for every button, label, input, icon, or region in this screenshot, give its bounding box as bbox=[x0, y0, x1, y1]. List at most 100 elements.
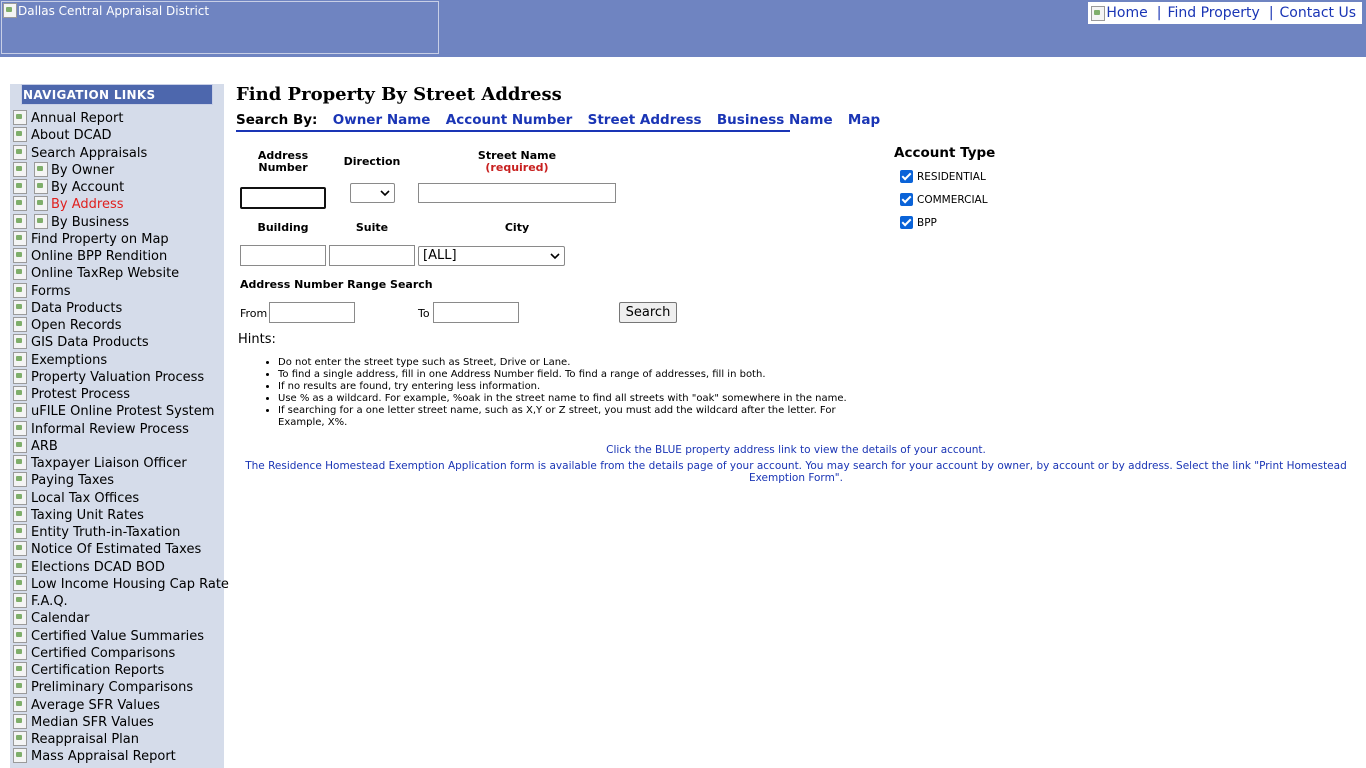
search-by-map-link[interactable]: Map bbox=[848, 112, 880, 128]
sidebar-item[interactable]: Online BPP Rendition bbox=[10, 247, 224, 264]
sidebar-item-label: Taxpayer Liaison Officer bbox=[31, 456, 187, 471]
sidebar-item[interactable]: Certified Value Summaries bbox=[10, 627, 224, 644]
search-by-owner-link[interactable]: Owner Name bbox=[333, 112, 431, 128]
street-name-label: Street Name (required) bbox=[418, 150, 616, 174]
find-property-link[interactable]: Find Property bbox=[1167, 5, 1259, 21]
sidebar-item-label: Data Products bbox=[31, 300, 123, 316]
site-logo[interactable]: Dallas Central Appraisal District bbox=[1, 1, 439, 54]
residential-checkbox[interactable] bbox=[900, 170, 913, 183]
sidebar-item[interactable]: Forms bbox=[10, 282, 224, 299]
sidebar-item-label: Search Appraisals bbox=[31, 145, 148, 161]
contact-us-link[interactable]: Contact Us bbox=[1280, 5, 1356, 21]
sidebar-item[interactable]: Local Tax Offices bbox=[10, 489, 224, 506]
broken-image-icon bbox=[33, 213, 49, 229]
sidebar-item[interactable]: Entity Truth-in-Taxation bbox=[10, 523, 224, 540]
search-by-address-link[interactable]: Street Address bbox=[588, 112, 702, 128]
sidebar-item-label: Informal Review Process bbox=[31, 421, 189, 437]
broken-image-icon bbox=[12, 161, 28, 177]
sidebar-item[interactable]: Open Records bbox=[10, 316, 224, 333]
address-number-input[interactable] bbox=[240, 187, 326, 209]
sidebar-item[interactable]: About DCAD bbox=[10, 126, 224, 143]
search-by-business-link[interactable]: Business Name bbox=[717, 112, 833, 128]
sidebar-item[interactable]: Reappraisal Plan bbox=[10, 730, 224, 747]
sidebar-item[interactable]: uFILE Online Protest System bbox=[10, 402, 224, 419]
sidebar-item[interactable]: Annual Report bbox=[10, 109, 224, 126]
range-to-input[interactable] bbox=[433, 302, 519, 323]
commercial-checkbox[interactable] bbox=[900, 193, 913, 206]
building-input[interactable] bbox=[240, 245, 326, 266]
broken-image-icon bbox=[12, 730, 28, 746]
sidebar-item[interactable]: By Business bbox=[10, 213, 224, 230]
broken-image-icon bbox=[12, 351, 28, 367]
commercial-label: COMMERCIAL bbox=[917, 193, 988, 206]
nav-title: NAVIGATION LINKS bbox=[21, 84, 213, 105]
broken-image-icon bbox=[12, 299, 28, 315]
bpp-checkbox[interactable] bbox=[900, 216, 913, 229]
sidebar-item[interactable]: Calendar bbox=[10, 609, 224, 626]
hint-item: If no results are found, try entering le… bbox=[278, 381, 878, 393]
site-header: Dallas Central Appraisal District Home |… bbox=[0, 0, 1366, 57]
sidebar-item[interactable]: Low Income Housing Cap Rate bbox=[10, 575, 229, 592]
direction-select[interactable] bbox=[350, 183, 395, 203]
hint-item: Use % as a wildcard. For example, %oak i… bbox=[278, 393, 878, 405]
sidebar-item-label: By Owner bbox=[51, 162, 115, 178]
sidebar-item[interactable]: Mass Appraisal Report bbox=[10, 747, 224, 764]
sidebar-item[interactable]: GIS Data Products bbox=[10, 333, 224, 350]
from-label: From bbox=[240, 307, 268, 320]
sidebar-item[interactable]: ARB bbox=[10, 437, 224, 454]
page-title: Find Property By Street Address bbox=[236, 84, 562, 105]
suite-input[interactable] bbox=[329, 245, 415, 266]
sidebar-item[interactable]: Preliminary Comparisons bbox=[10, 678, 224, 695]
account-type-residential[interactable]: RESIDENTIAL bbox=[900, 170, 986, 183]
sidebar-item[interactable]: By Owner bbox=[10, 161, 224, 178]
city-select[interactable]: [ALL] bbox=[418, 246, 565, 266]
sidebar-item[interactable]: Notice Of Estimated Taxes bbox=[10, 540, 224, 557]
search-by-account-link[interactable]: Account Number bbox=[446, 112, 573, 128]
sidebar-item[interactable]: Property Valuation Process bbox=[10, 368, 224, 385]
sidebar-item[interactable]: Median SFR Values bbox=[10, 713, 224, 730]
sidebar-item[interactable]: Search Appraisals bbox=[10, 144, 224, 161]
broken-image-icon bbox=[33, 195, 49, 212]
sidebar-item[interactable]: Informal Review Process bbox=[10, 420, 224, 437]
sidebar-item[interactable]: Online TaxRep Website bbox=[10, 264, 224, 281]
sidebar-item[interactable]: Average SFR Values bbox=[10, 696, 224, 713]
sidebar-item-label: uFILE Online Protest System bbox=[31, 404, 215, 420]
sidebar: NAVIGATION LINKS Annual Report About DCAD… bbox=[10, 84, 229, 768]
sidebar-item-label: By Address bbox=[51, 197, 124, 213]
sidebar-item[interactable]: Find Property on Map bbox=[10, 230, 224, 247]
broken-image-icon bbox=[12, 230, 28, 246]
sidebar-item-label: GIS Data Products bbox=[31, 335, 149, 351]
sidebar-item[interactable]: By Account bbox=[10, 178, 224, 195]
sidebar-item[interactable]: Certification Reports bbox=[10, 661, 224, 678]
sidebar-item-label: Elections DCAD BOD bbox=[31, 559, 165, 575]
sidebar-item[interactable]: Taxing Unit Rates bbox=[10, 506, 224, 523]
broken-image-icon bbox=[12, 213, 28, 229]
range-from-input[interactable] bbox=[269, 302, 355, 323]
sidebar-item[interactable]: Protest Process bbox=[10, 385, 224, 402]
sidebar-item-label: Average SFR Values bbox=[31, 697, 160, 713]
account-type-commercial[interactable]: COMMERCIAL bbox=[900, 193, 988, 206]
sidebar-item-label: Low Income Housing Cap Rate bbox=[31, 576, 229, 592]
chevron-down-icon bbox=[380, 190, 390, 197]
sidebar-item[interactable]: By Address bbox=[10, 195, 224, 212]
sidebar-item[interactable]: Elections DCAD BOD bbox=[10, 558, 224, 575]
sidebar-item[interactable]: Data Products bbox=[10, 299, 224, 316]
hint-item: Do not enter the street type such as Str… bbox=[278, 357, 878, 369]
residential-label: RESIDENTIAL bbox=[917, 170, 986, 183]
sidebar-item[interactable]: Certified Comparisons bbox=[10, 644, 224, 661]
required-marker: (required) bbox=[485, 161, 549, 174]
sidebar-item-label: Protest Process bbox=[31, 387, 131, 402]
account-type-bpp[interactable]: BPP bbox=[900, 216, 937, 229]
sidebar-item[interactable]: F.A.Q. bbox=[10, 592, 224, 609]
city-label: City bbox=[504, 221, 530, 234]
search-button[interactable]: Search bbox=[619, 302, 677, 323]
nav-list: Annual Report About DCAD Search Appraisals… bbox=[10, 109, 229, 765]
sidebar-item[interactable]: Exemptions bbox=[10, 351, 224, 368]
sidebar-item-label: Reappraisal Plan bbox=[31, 732, 139, 747]
street-name-input[interactable] bbox=[418, 183, 616, 203]
broken-image-icon bbox=[12, 282, 28, 298]
sidebar-item-label: Annual Report bbox=[31, 111, 124, 126]
sidebar-item[interactable]: Taxpayer Liaison Officer bbox=[10, 454, 224, 471]
home-link[interactable]: Home bbox=[1106, 5, 1147, 21]
sidebar-item[interactable]: Paying Taxes bbox=[10, 471, 224, 488]
